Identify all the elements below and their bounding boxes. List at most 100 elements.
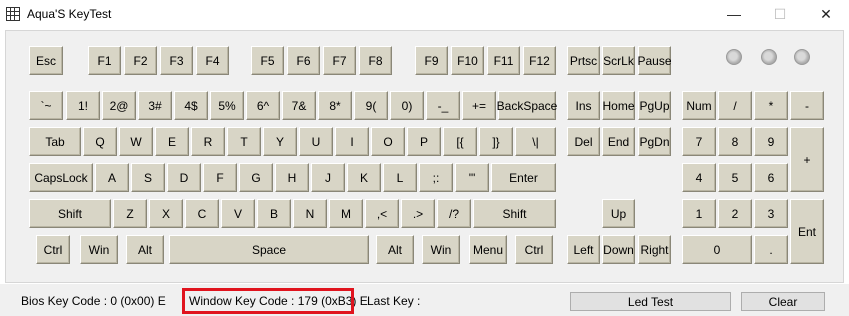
key-right-alt[interactable]: Alt [376, 235, 414, 264]
key-end[interactable]: End [602, 127, 635, 156]
led-test-button[interactable]: Led Test [570, 292, 731, 311]
key-numpad-7[interactable]: 7 [682, 127, 716, 156]
key-t[interactable]: T [227, 127, 261, 156]
key-i[interactable]: I [335, 127, 369, 156]
key-numpad-decimal[interactable]: . [754, 235, 788, 264]
key-f10[interactable]: F10 [451, 46, 484, 75]
key-space[interactable]: Space [169, 235, 369, 264]
key-backtick[interactable]: `~ [29, 91, 63, 120]
key-numpad-1[interactable]: 1 [682, 199, 716, 228]
key-1[interactable]: 1! [66, 91, 100, 120]
key-right[interactable]: Right [638, 235, 671, 264]
key-v[interactable]: V [221, 199, 255, 228]
key-a[interactable]: A [95, 163, 129, 192]
key-w[interactable]: W [119, 127, 153, 156]
key-home[interactable]: Home [602, 91, 635, 120]
key-numpad-9[interactable]: 9 [754, 127, 788, 156]
key-right-win[interactable]: Win [422, 235, 460, 264]
key-left-ctrl[interactable]: Ctrl [36, 235, 70, 264]
key-numpad-add[interactable]: + [790, 127, 824, 192]
key-numpad-8[interactable]: 8 [718, 127, 752, 156]
key-esc[interactable]: Esc [29, 46, 63, 75]
key-u[interactable]: U [299, 127, 333, 156]
key-numpad-multiply[interactable]: * [754, 91, 788, 120]
key-numpad-subtract[interactable]: - [790, 91, 824, 120]
key-down[interactable]: Down [602, 235, 635, 264]
key-f1[interactable]: F1 [88, 46, 121, 75]
key-numpad-enter[interactable]: Ent [790, 199, 824, 264]
key-h[interactable]: H [275, 163, 309, 192]
key-equals[interactable]: += [462, 91, 496, 120]
key-left[interactable]: Left [567, 235, 600, 264]
key-numpad-2[interactable]: 2 [718, 199, 752, 228]
key-8[interactable]: 8* [318, 91, 352, 120]
key-ins[interactable]: Ins [567, 91, 600, 120]
key-numpad-3[interactable]: 3 [754, 199, 788, 228]
key-left-shift[interactable]: Shift [29, 199, 111, 228]
key-f3[interactable]: F3 [160, 46, 193, 75]
key-tab[interactable]: Tab [29, 127, 81, 156]
key-comma[interactable]: ,< [365, 199, 399, 228]
key-numpad-6[interactable]: 6 [754, 163, 788, 192]
key-f[interactable]: F [203, 163, 237, 192]
key-6[interactable]: 6^ [246, 91, 280, 120]
key-numpad-0[interactable]: 0 [682, 235, 752, 264]
key-l[interactable]: L [383, 163, 417, 192]
key-numpad-4[interactable]: 4 [682, 163, 716, 192]
key-e[interactable]: E [155, 127, 189, 156]
key-left-bracket[interactable]: [{ [443, 127, 477, 156]
key-menu[interactable]: Menu [469, 235, 507, 264]
key-numlock[interactable]: Num [682, 91, 716, 120]
key-f9[interactable]: F9 [415, 46, 448, 75]
key-3[interactable]: 3# [138, 91, 172, 120]
key-pgdn[interactable]: PgDn [638, 127, 671, 156]
key-f6[interactable]: F6 [287, 46, 320, 75]
key-c[interactable]: C [185, 199, 219, 228]
key-right-shift[interactable]: Shift [473, 199, 556, 228]
key-left-alt[interactable]: Alt [126, 235, 164, 264]
key-0[interactable]: 0) [390, 91, 424, 120]
key-prtsc[interactable]: Prtsc [567, 46, 600, 75]
key-backspace[interactable]: BackSpace [497, 91, 557, 120]
key-quote[interactable]: '" [455, 163, 489, 192]
key-f7[interactable]: F7 [323, 46, 356, 75]
key-x[interactable]: X [149, 199, 183, 228]
key-capslock[interactable]: CapsLock [29, 163, 93, 192]
key-9[interactable]: 9( [354, 91, 388, 120]
key-7[interactable]: 7& [282, 91, 316, 120]
key-q[interactable]: Q [83, 127, 117, 156]
key-left-win[interactable]: Win [80, 235, 118, 264]
key-minus[interactable]: -_ [426, 91, 460, 120]
key-4[interactable]: 4$ [174, 91, 208, 120]
key-y[interactable]: Y [263, 127, 297, 156]
key-r[interactable]: R [191, 127, 225, 156]
key-n[interactable]: N [293, 199, 327, 228]
minimize-button[interactable]: — [711, 0, 757, 30]
key-semicolon[interactable]: ;: [419, 163, 453, 192]
key-numpad-divide[interactable]: / [718, 91, 752, 120]
key-right-ctrl[interactable]: Ctrl [515, 235, 553, 264]
key-up[interactable]: Up [602, 199, 635, 228]
key-slash[interactable]: /? [437, 199, 471, 228]
key-p[interactable]: P [407, 127, 441, 156]
close-button[interactable]: ✕ [803, 0, 849, 30]
clear-button[interactable]: Clear [741, 292, 825, 311]
key-enter[interactable]: Enter [491, 163, 556, 192]
key-f2[interactable]: F2 [124, 46, 157, 75]
key-f12[interactable]: F12 [523, 46, 556, 75]
key-s[interactable]: S [131, 163, 165, 192]
key-f5[interactable]: F5 [251, 46, 284, 75]
key-pause[interactable]: Pause [637, 46, 672, 75]
key-z[interactable]: Z [113, 199, 147, 228]
key-pgup[interactable]: PgUp [638, 91, 671, 120]
key-b[interactable]: B [257, 199, 291, 228]
key-f11[interactable]: F11 [487, 46, 520, 75]
key-m[interactable]: M [329, 199, 363, 228]
key-o[interactable]: O [371, 127, 405, 156]
key-right-bracket[interactable]: ]} [479, 127, 513, 156]
key-f4[interactable]: F4 [196, 46, 229, 75]
key-5[interactable]: 5% [210, 91, 244, 120]
key-scrlk[interactable]: ScrLk [602, 46, 635, 75]
key-period[interactable]: .> [401, 199, 435, 228]
key-del[interactable]: Del [567, 127, 600, 156]
